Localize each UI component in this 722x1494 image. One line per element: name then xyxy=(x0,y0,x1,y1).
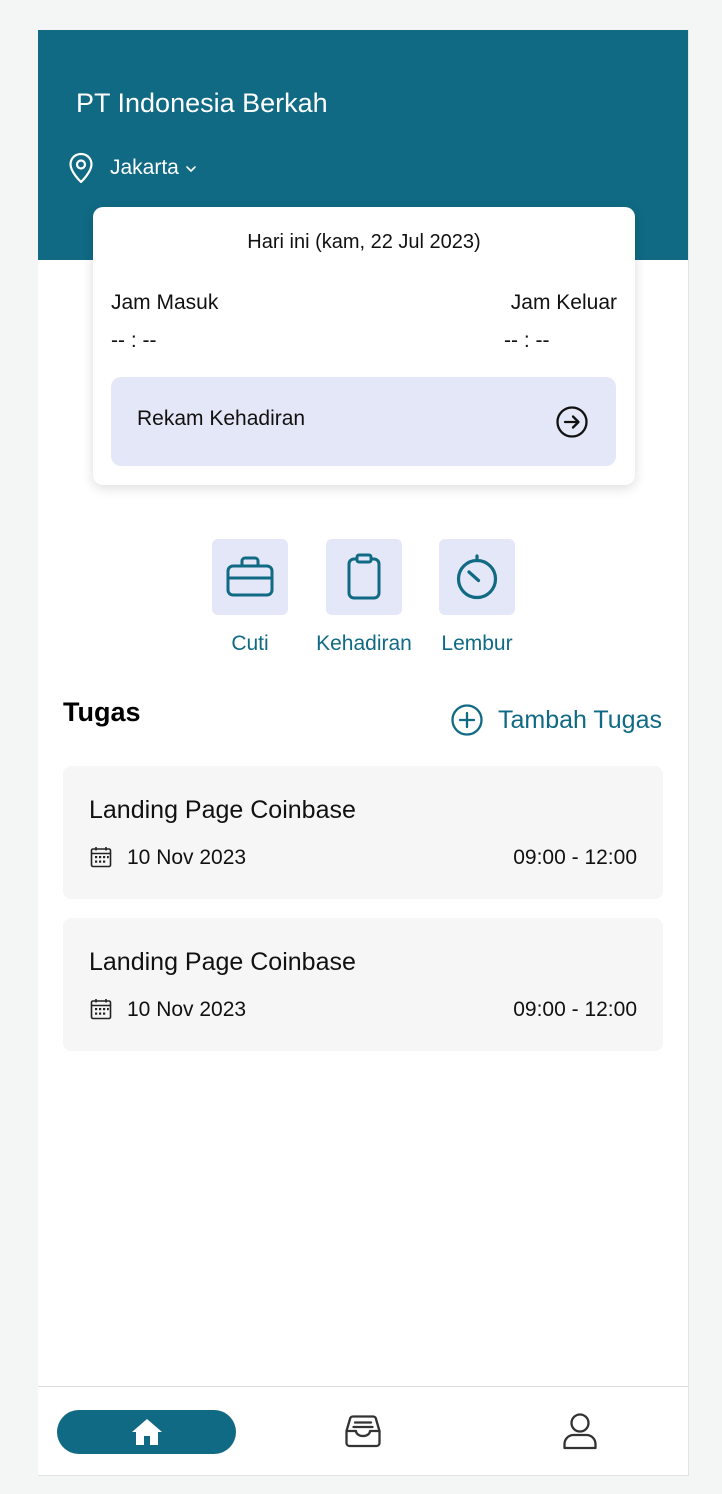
arrow-right-circle-icon xyxy=(556,406,588,438)
location-selector[interactable]: Jakarta xyxy=(68,151,197,185)
chevron-down-icon xyxy=(186,166,196,172)
quick-action-attendance-tile xyxy=(326,539,402,615)
add-task-label: Tambah Tugas xyxy=(498,705,662,734)
app-screen: PT Indonesia Berkah Jakarta Hari ini (ka… xyxy=(38,30,689,1476)
plus-circle-icon xyxy=(451,704,483,736)
company-name: PT Indonesia Berkah xyxy=(76,88,328,118)
location-label: Jakarta xyxy=(110,156,179,179)
home-icon xyxy=(131,1419,162,1445)
user-icon xyxy=(563,1413,597,1450)
tasks-section-title: Tugas xyxy=(63,697,141,727)
add-task-button[interactable]: Tambah Tugas xyxy=(450,702,662,738)
quick-action-overtime-tile xyxy=(439,539,515,615)
task-time: 09:00 - 12:00 xyxy=(513,846,637,869)
record-attendance-label: Rekam Kehadiran xyxy=(137,407,306,430)
calendar-icon xyxy=(90,999,112,1020)
task-card[interactable]: Landing Page Coinbase 10 Nov 2023 09:00 … xyxy=(63,766,663,899)
calendar-icon xyxy=(90,847,112,868)
inbox-icon xyxy=(345,1415,381,1448)
quick-action-leave-label: Cuti xyxy=(231,632,269,655)
nav-inbox-button[interactable] xyxy=(344,1413,382,1449)
quick-action-attendance[interactable]: Kehadiran xyxy=(309,539,419,656)
timer-icon xyxy=(456,554,498,600)
task-time: 09:00 - 12:00 xyxy=(513,998,637,1021)
task-date: 10 Nov 2023 xyxy=(127,998,247,1021)
briefcase-icon xyxy=(226,556,274,597)
task-card[interactable]: Landing Page Coinbase 10 Nov 2023 09:00 … xyxy=(63,918,663,1051)
record-attendance-button[interactable]: Rekam Kehadiran xyxy=(111,377,616,466)
task-date: 10 Nov 2023 xyxy=(127,846,247,869)
today-date: Hari ini (kam, 22 Jul 2023) xyxy=(247,231,481,253)
attendance-card: Hari ini (kam, 22 Jul 2023) Jam Masuk --… xyxy=(93,207,635,485)
nav-home-button[interactable] xyxy=(57,1410,236,1454)
check-in-value: -- : -- xyxy=(111,329,157,352)
check-in-label: Jam Masuk xyxy=(111,291,219,314)
quick-action-overtime[interactable]: Lembur xyxy=(422,539,532,656)
quick-action-attendance-label: Kehadiran xyxy=(316,632,412,655)
quick-action-leave[interactable]: Cuti xyxy=(195,539,305,656)
location-pin-icon xyxy=(69,152,93,184)
check-out-value: -- : -- xyxy=(504,329,550,352)
task-title: Landing Page Coinbase xyxy=(89,948,356,976)
bottom-nav xyxy=(38,1386,688,1475)
check-out-label: Jam Keluar xyxy=(510,291,617,314)
task-title: Landing Page Coinbase xyxy=(89,796,356,824)
quick-action-leave-tile xyxy=(212,539,288,615)
clipboard-icon xyxy=(347,553,381,600)
quick-action-overtime-label: Lembur xyxy=(441,632,513,655)
nav-profile-button[interactable] xyxy=(562,1412,598,1450)
